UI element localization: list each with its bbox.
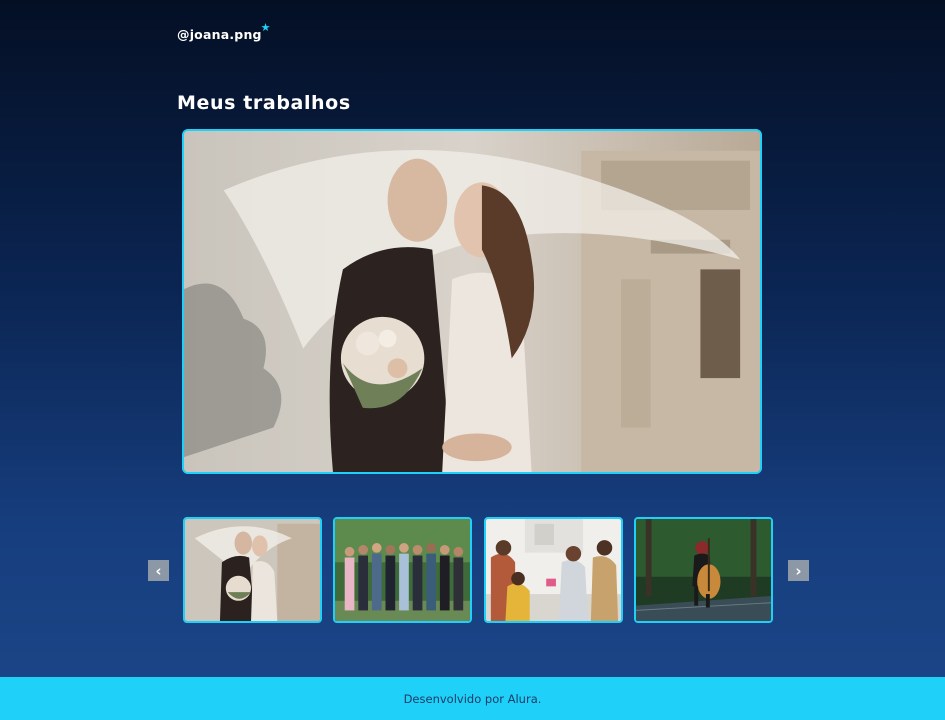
brand-logo[interactable]: @joana.png ★ bbox=[177, 21, 270, 42]
thumbnail-wedding[interactable] bbox=[183, 517, 322, 623]
prev-button[interactable]: ‹ bbox=[148, 560, 169, 581]
footer-credit: Desenvolvido por Alura. bbox=[403, 691, 542, 706]
wedding-thumb-image bbox=[185, 519, 320, 621]
thumbnail-strip bbox=[183, 517, 773, 623]
section-title: Meus trabalhos bbox=[177, 92, 351, 114]
thumbnail-group-party[interactable] bbox=[333, 517, 472, 623]
family-kitchen-thumb-image bbox=[486, 519, 621, 621]
brand-name: @joana.png bbox=[177, 27, 262, 42]
chevron-left-icon: ‹ bbox=[155, 561, 162, 580]
cellist-forest-thumb-image bbox=[636, 519, 771, 621]
main-photo bbox=[182, 129, 762, 474]
star-icon: ★ bbox=[260, 21, 271, 34]
chevron-right-icon: › bbox=[795, 561, 802, 580]
next-button[interactable]: › bbox=[788, 560, 809, 581]
wedding-couple-kiss-image bbox=[184, 131, 760, 472]
footer: Desenvolvido por Alura. bbox=[0, 677, 945, 720]
thumbnail-cellist-forest[interactable] bbox=[634, 517, 773, 623]
group-party-thumb-image bbox=[335, 519, 470, 621]
thumbnail-family-kitchen[interactable] bbox=[484, 517, 623, 623]
